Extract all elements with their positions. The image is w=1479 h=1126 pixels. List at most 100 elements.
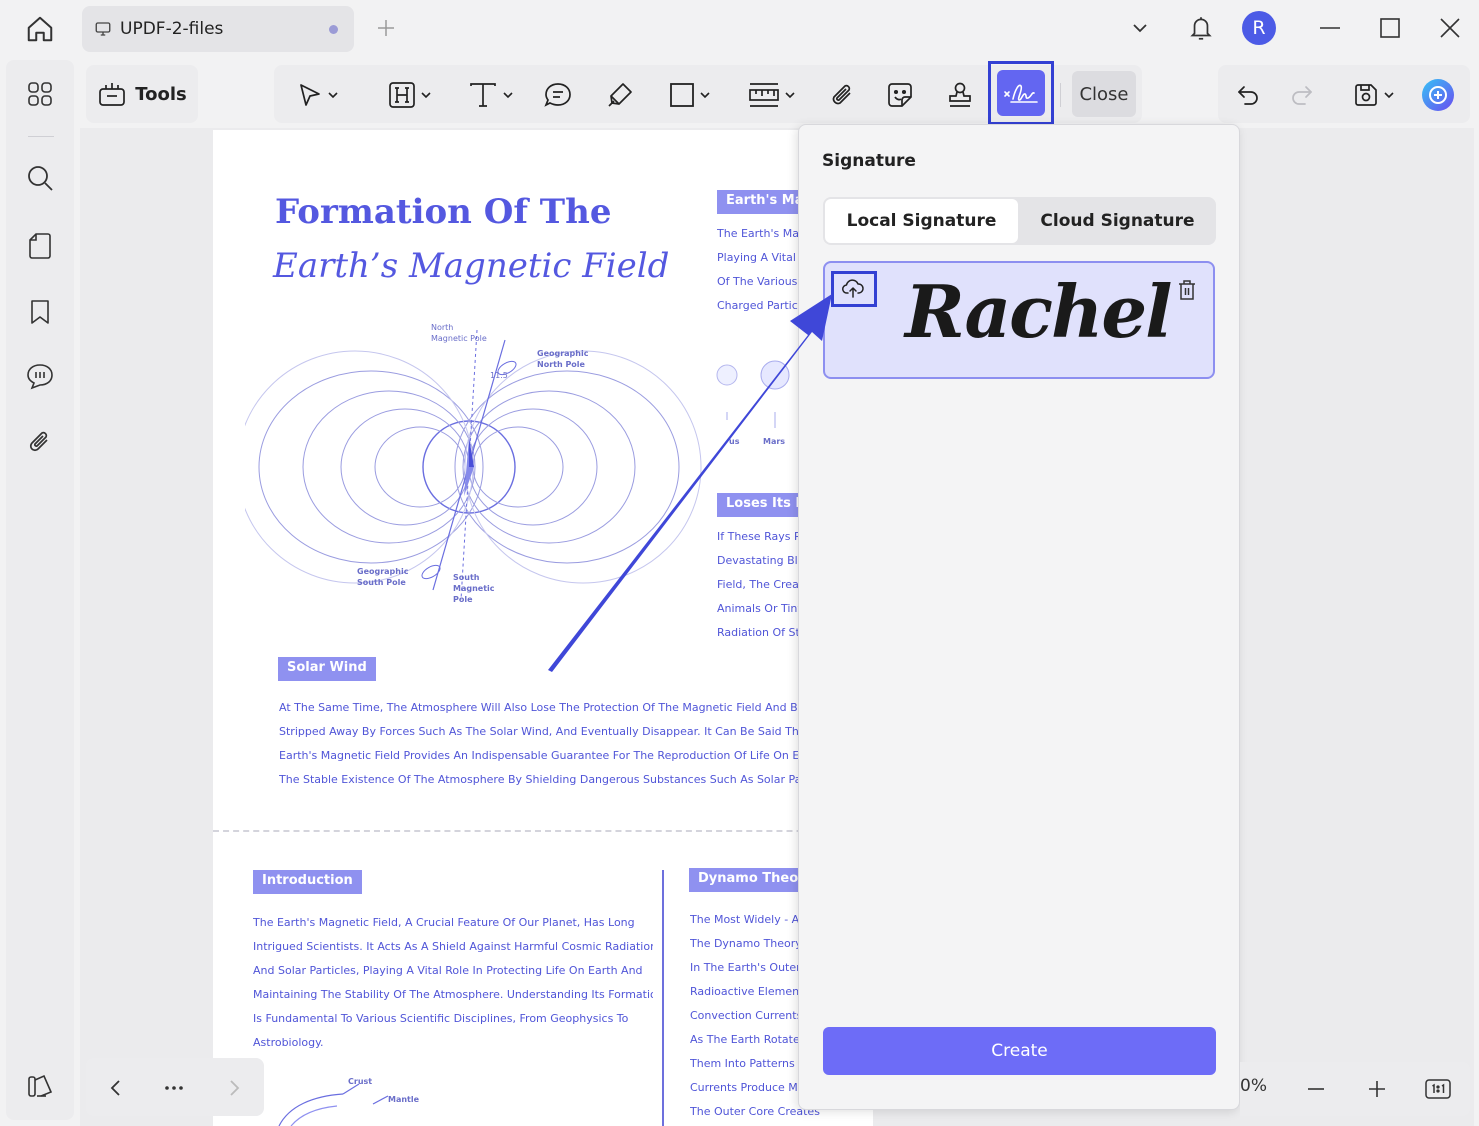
loses-text: If These Rays R Devastating Blo Field, T… bbox=[717, 525, 807, 645]
doc-title-line1: Formation Of The bbox=[275, 192, 612, 232]
text-line: Animals Or Tiny bbox=[717, 602, 804, 615]
sticker-tool[interactable] bbox=[880, 75, 920, 115]
delete-signature-button[interactable] bbox=[1175, 277, 1199, 303]
section-header-solar-wind: Solar Wind bbox=[278, 657, 376, 681]
actual-size-icon bbox=[1425, 1079, 1451, 1099]
trash-icon bbox=[1179, 280, 1195, 300]
title-bar: UPDF-2-files R bbox=[0, 0, 1479, 58]
redo-icon bbox=[1292, 86, 1312, 105]
chevron-right-icon bbox=[230, 1080, 240, 1096]
text-line: The Stable Existence Of The Atmosphere B… bbox=[279, 773, 839, 786]
textbox-tool[interactable] bbox=[538, 75, 578, 115]
minimize-button[interactable] bbox=[1310, 8, 1350, 48]
cloud-upload-icon bbox=[842, 279, 864, 298]
text-tool[interactable] bbox=[460, 75, 522, 115]
close-tools-button[interactable]: Close bbox=[1072, 71, 1136, 117]
label-geographic-north-pole: Geographic North Pole bbox=[537, 349, 589, 369]
label-planet-partial: us bbox=[729, 437, 740, 446]
search-button[interactable] bbox=[20, 158, 60, 198]
label-north-magnetic-pole: North Magnetic Pole bbox=[431, 322, 501, 344]
document-tab[interactable]: UPDF-2-files bbox=[82, 6, 354, 52]
user-avatar[interactable]: R bbox=[1240, 8, 1278, 48]
more-pages-button[interactable] bbox=[154, 1068, 194, 1108]
signature-preview: Rachel bbox=[905, 269, 1172, 354]
pencil-icon bbox=[608, 83, 632, 107]
chevron-down-icon bbox=[785, 92, 795, 99]
text-line: Maintaining The Stability Of The Atmosph… bbox=[253, 988, 653, 1001]
thumbnails-button[interactable] bbox=[20, 74, 60, 114]
close-icon bbox=[1440, 18, 1460, 38]
introduction-text: The Earth's Magnetic Field, A Crucial Fe… bbox=[253, 911, 653, 1055]
annotation-toolbar: Close bbox=[274, 61, 1142, 125]
attach-file-tool[interactable] bbox=[822, 75, 862, 115]
stamp-icon bbox=[949, 82, 971, 107]
actual-size-button[interactable] bbox=[1420, 1071, 1456, 1107]
chevron-down-icon bbox=[1133, 24, 1147, 33]
section-header-earths-ma: Earth's Ma bbox=[717, 190, 807, 214]
bell-icon bbox=[1190, 17, 1212, 40]
layers-button[interactable] bbox=[20, 1066, 60, 1106]
save-button[interactable] bbox=[1344, 75, 1404, 115]
solar-wind-text: At The Same Time, The Atmosphere Will Al… bbox=[279, 696, 873, 792]
signature-tool[interactable] bbox=[997, 70, 1045, 116]
pages-button[interactable] bbox=[20, 226, 60, 266]
bookmarks-button[interactable] bbox=[20, 292, 60, 332]
comments-button[interactable] bbox=[20, 356, 60, 396]
comment-icon bbox=[27, 364, 53, 390]
label-mars: Mars bbox=[763, 437, 786, 446]
text-line: Devastating Blo bbox=[717, 554, 805, 567]
page-icon bbox=[29, 233, 51, 259]
toolbox-icon bbox=[99, 83, 126, 106]
home-button[interactable] bbox=[20, 10, 60, 48]
upload-to-cloud-button[interactable] bbox=[835, 273, 871, 303]
measure-tool[interactable] bbox=[740, 75, 804, 115]
pdf-page[interactable]: Formation Of The Earth’s Magnetic Field … bbox=[213, 130, 873, 1126]
new-tab-button[interactable] bbox=[372, 14, 400, 42]
text-icon bbox=[470, 83, 496, 107]
square-icon bbox=[670, 83, 694, 107]
maximize-button[interactable] bbox=[1370, 8, 1410, 48]
signature-panel: Signature Local Signature Cloud Signatur… bbox=[798, 124, 1240, 1110]
pencil-tool[interactable] bbox=[600, 75, 640, 115]
previous-page-button[interactable] bbox=[96, 1068, 136, 1108]
pointer-icon bbox=[300, 84, 320, 106]
text-line: Of The Various bbox=[717, 275, 798, 288]
select-tool[interactable] bbox=[288, 75, 348, 115]
tabs-dropdown-button[interactable] bbox=[1122, 8, 1158, 48]
column-divider bbox=[662, 870, 664, 1126]
tab-cloud-signature[interactable]: Cloud Signature bbox=[1021, 199, 1214, 243]
maximize-icon bbox=[1380, 18, 1400, 38]
chevron-down-icon bbox=[1384, 92, 1394, 99]
close-window-button[interactable] bbox=[1430, 8, 1470, 48]
monitor-icon bbox=[95, 22, 111, 36]
sidebar-divider bbox=[28, 136, 54, 137]
attachments-button[interactable] bbox=[20, 422, 60, 462]
paperclip-icon bbox=[832, 84, 851, 105]
tools-button[interactable]: Tools bbox=[86, 65, 198, 123]
tab-local-signature[interactable]: Local Signature bbox=[825, 199, 1018, 243]
section-header-introduction: Introduction bbox=[253, 870, 362, 894]
zoom-level[interactable]: 0% bbox=[1240, 1076, 1267, 1096]
grid-icon bbox=[28, 82, 52, 106]
shape-tool[interactable] bbox=[660, 75, 720, 115]
north-magnetic-line1: North bbox=[431, 323, 454, 332]
zoom-in-button[interactable] bbox=[1359, 1071, 1395, 1107]
create-signature-button[interactable]: Create bbox=[823, 1027, 1216, 1075]
undo-button[interactable] bbox=[1228, 75, 1268, 115]
text-line: And Solar Particles, Playing A Vital Rol… bbox=[253, 964, 643, 977]
chevron-down-icon bbox=[503, 92, 513, 99]
zoom-out-button[interactable] bbox=[1298, 1071, 1334, 1107]
notifications-button[interactable] bbox=[1182, 8, 1220, 48]
text-line: Intrigued Scientists. It Acts As A Shiel… bbox=[253, 940, 653, 953]
highlight-tool[interactable] bbox=[380, 75, 440, 115]
text-line: Field, The Creat bbox=[717, 578, 804, 591]
signature-icon bbox=[1004, 84, 1038, 103]
tools-label: Tools bbox=[135, 83, 187, 105]
redo-button[interactable] bbox=[1282, 75, 1322, 115]
stamp-tool[interactable] bbox=[940, 75, 980, 115]
next-page-button[interactable] bbox=[214, 1068, 254, 1108]
section-header-dynamo: Dynamo Theor bbox=[689, 868, 807, 892]
signature-card[interactable]: Rachel bbox=[823, 261, 1215, 379]
ai-assistant-button[interactable] bbox=[1418, 75, 1458, 115]
chevron-down-icon bbox=[328, 92, 338, 99]
